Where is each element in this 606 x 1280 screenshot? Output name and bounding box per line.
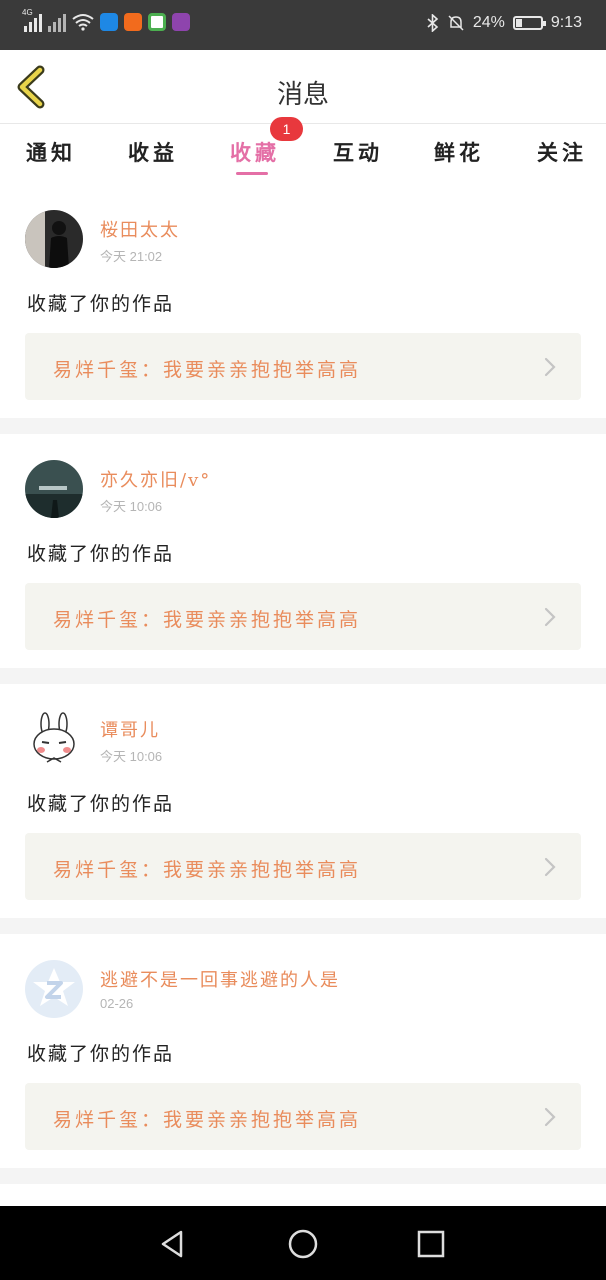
tab-following[interactable]: 关注 (537, 137, 587, 167)
status-left: 4G (22, 8, 190, 32)
favorites-badge: 1 (270, 117, 303, 141)
work-title: 易烊千玺：我要亲亲抱抱举高高 (53, 609, 362, 631)
work-title: 易烊千玺：我要亲亲抱抱举高高 (53, 1109, 362, 1131)
home-circle-icon[interactable] (285, 1226, 321, 1262)
bluetooth-icon (427, 14, 439, 32)
chevron-right-icon (544, 607, 556, 627)
dark-photo-avatar-icon (25, 210, 83, 268)
mute-bell-icon (448, 15, 464, 31)
avatar[interactable] (25, 210, 83, 268)
tab-notifications[interactable]: 通知 (26, 137, 76, 167)
work-link[interactable]: 易烊千玺：我要亲亲抱抱举高高 (25, 333, 581, 400)
user-name[interactable]: 谭哥儿 (100, 716, 160, 742)
clock: 9:13 (550, 14, 582, 31)
timestamp: 今天 10:06 (100, 499, 163, 514)
battery-percent: 24% (472, 14, 505, 31)
app-header: 消息 (0, 50, 606, 124)
list-item[interactable]: 谭哥儿 今天 10:06 收藏了你的作品 易烊千玺：我要亲亲抱抱举高高 (0, 684, 606, 918)
user-name[interactable]: 逃避不是一回事逃避的人是 (100, 966, 340, 992)
work-title: 易烊千玺：我要亲亲抱抱举高高 (53, 359, 362, 381)
recents-square-icon[interactable] (413, 1226, 449, 1262)
battery-icon (512, 16, 546, 30)
tab-favorites[interactable]: 收藏 (230, 137, 280, 167)
battery-fill (515, 19, 522, 27)
shield-app-icon (100, 13, 118, 31)
back-triangle-icon[interactable] (155, 1226, 191, 1262)
list-item[interactable]: 桜田太太 今天 21:02 收藏了你的作品 易烊千玺：我要亲亲抱抱举高高 (0, 184, 606, 418)
timestamp: 02-26 (100, 996, 134, 1011)
signal-off-icon (48, 12, 66, 32)
chevron-right-icon (544, 357, 556, 377)
user-name[interactable]: 亦久亦旧/v° (100, 466, 211, 492)
orange-app-icon (124, 13, 142, 31)
tab-bar: 通知 收益 收藏 互动 鲜花 关注 (0, 125, 606, 181)
purple-app-icon (172, 13, 190, 31)
default-z-avatar-icon (25, 960, 83, 1018)
action-text: 收藏了你的作品 (27, 793, 175, 815)
signal-icon: 4G (22, 8, 42, 32)
tab-interactions[interactable]: 互动 (333, 137, 383, 167)
system-nav-bar (0, 1206, 606, 1280)
chevron-right-icon (544, 857, 556, 877)
work-link[interactable]: 易烊千玺：我要亲亲抱抱举高高 (25, 833, 581, 900)
avatar[interactable] (25, 710, 83, 768)
active-tab-indicator (236, 172, 268, 175)
list-item[interactable]: 逃避不是一回事逃避的人是 02-26 收藏了你的作品 易烊千玺：我要亲亲抱抱举高… (0, 934, 606, 1168)
circle-app-icon (148, 13, 166, 31)
chevron-right-icon (544, 1107, 556, 1127)
work-link[interactable]: 易烊千玺：我要亲亲抱抱举高高 (25, 1083, 581, 1150)
avatar[interactable] (25, 960, 83, 1018)
user-name[interactable]: 桜田太太 (100, 216, 180, 242)
network-type: 4G (22, 8, 33, 17)
page-title: 消息 (276, 80, 329, 110)
tab-earnings[interactable]: 收益 (128, 137, 178, 167)
tab-flowers[interactable]: 鲜花 (434, 137, 484, 167)
action-text: 收藏了你的作品 (27, 543, 175, 565)
rabbit-avatar-icon (25, 710, 83, 768)
timestamp: 今天 21:02 (100, 249, 163, 264)
status-bar: 4G 24% 9:13 (0, 0, 606, 50)
work-title: 易烊千玺：我要亲亲抱抱举高高 (53, 859, 362, 881)
wifi-icon (72, 14, 94, 31)
work-link[interactable]: 易烊千玺：我要亲亲抱抱举高高 (25, 583, 581, 650)
night-photo-avatar-icon (25, 460, 83, 518)
action-text: 收藏了你的作品 (27, 1043, 175, 1065)
list-item[interactable]: 亦久亦旧/v° 今天 10:06 收藏了你的作品 易烊千玺：我要亲亲抱抱举高高 (0, 434, 606, 668)
divider (0, 668, 606, 684)
divider (0, 1168, 606, 1184)
divider (0, 418, 606, 434)
status-right: 24% 9:13 (427, 14, 582, 32)
avatar[interactable] (25, 460, 83, 518)
timestamp: 今天 10:06 (100, 749, 163, 764)
action-text: 收藏了你的作品 (27, 293, 175, 315)
divider (0, 918, 606, 934)
